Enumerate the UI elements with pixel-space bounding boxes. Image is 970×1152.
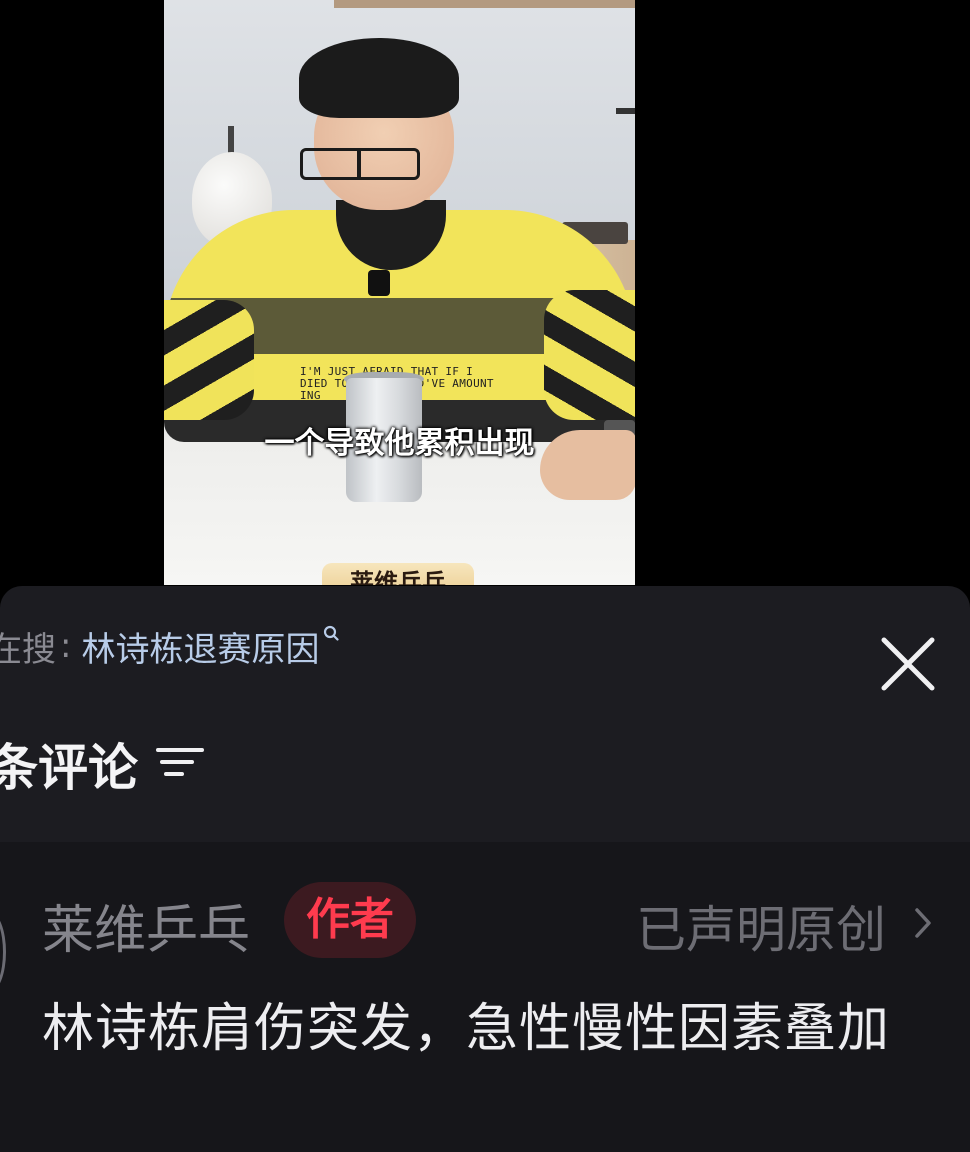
avatar[interactable] <box>0 912 6 992</box>
brand-watermark: 莱维乒乓 <box>322 563 474 585</box>
search-suggestion[interactable]: 在搜 : 林诗栋退赛原因 <box>0 622 340 671</box>
author-badge: 作者 <box>284 882 416 958</box>
search-icon <box>324 625 340 641</box>
comment-text: 林诗栋肩伤突发，急性慢性因素叠加 <box>42 999 891 1059</box>
video-player[interactable]: I'M JUST AFRAID THAT IF I DIED TODAY,T W… <box>164 0 635 585</box>
clip-microphone <box>368 270 390 296</box>
comment-panel: 在搜 : 林诗栋退赛原因 条评论 莱维乒乓 作者 已声明原创 林诗栋肩伤突发，急… <box>0 586 970 1152</box>
comment-author[interactable]: 莱维乒乓 <box>42 888 250 963</box>
comment-count-title: 条评论 <box>0 739 138 797</box>
original-declaration-link[interactable]: 已声明原创 <box>636 890 886 962</box>
comment-count-header: 条评论 <box>0 732 204 797</box>
filter-icon[interactable] <box>156 744 204 784</box>
search-prefix: 在搜 <box>0 629 56 670</box>
wall-hook <box>616 108 635 114</box>
person-left-arm <box>164 300 254 420</box>
video-subtitle: 一个导致他累积出现 <box>264 426 535 461</box>
comment-item[interactable]: 莱维乒乓 作者 已声明原创 林诗栋肩伤突发，急性慢性因素叠加 <box>0 842 970 1152</box>
shelf <box>334 0 635 8</box>
person-hair <box>299 38 459 118</box>
glasses <box>300 148 420 180</box>
search-term-link[interactable]: 林诗栋退赛原因 <box>81 622 319 671</box>
person-right-arm <box>544 290 635 420</box>
close-icon[interactable] <box>878 634 938 694</box>
search-colon: : <box>60 626 72 666</box>
chevron-right-icon[interactable] <box>912 904 934 942</box>
